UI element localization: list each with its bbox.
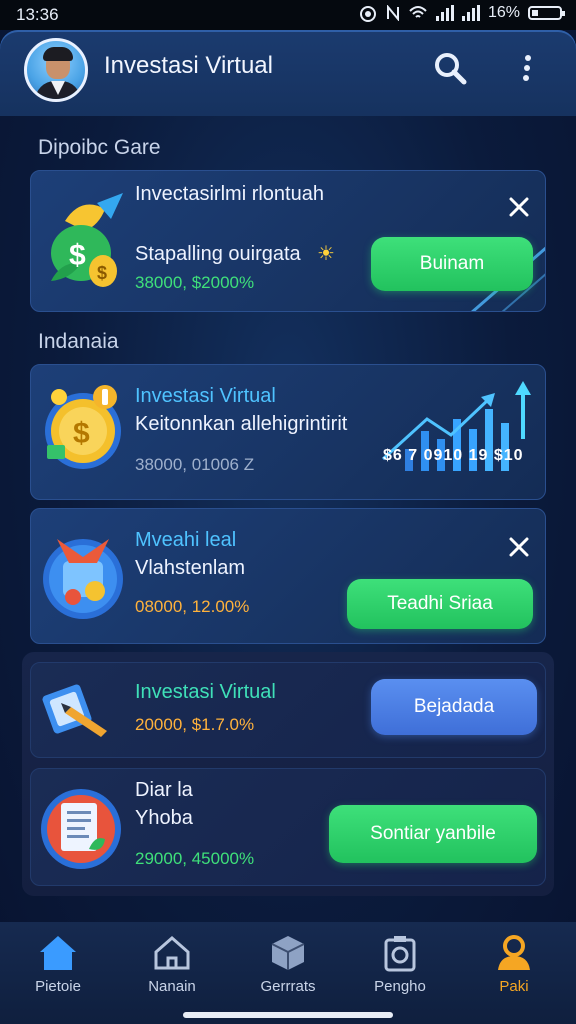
status-icons: 16% xyxy=(358,4,565,22)
card-title: Diar la xyxy=(135,779,193,801)
app-header: Investasi Virtual xyxy=(0,30,576,116)
bottom-nav: Pietoie Nanain Gerrrats Pengho Paki xyxy=(0,922,576,1024)
nfc-icon xyxy=(386,5,399,21)
card-stats: 38000, 01006 Z xyxy=(135,455,255,474)
wallet-icon xyxy=(43,539,123,619)
nav-item-home[interactable]: Pietoie xyxy=(8,932,108,1002)
section-label-second: Indanaia xyxy=(38,330,119,353)
investment-card-3[interactable]: Investasi Virtual 20000, $1.7.0% Bejadad… xyxy=(30,662,546,758)
nav-item-pengho[interactable]: Pengho xyxy=(350,932,450,1002)
svg-text:$: $ xyxy=(97,263,107,283)
card-subtitle: Keitonnkan allehigrintirit xyxy=(135,413,348,435)
nav-item-gerrrats[interactable]: Gerrrats xyxy=(238,932,338,1002)
box-icon xyxy=(271,936,305,970)
battery-percent: 16% xyxy=(487,4,520,21)
battery-icon xyxy=(528,6,565,20)
camera-icon xyxy=(384,936,416,972)
nav-item-paki[interactable]: Paki xyxy=(464,932,564,1002)
report-icon xyxy=(41,789,121,869)
investment-card-1[interactable]: $ Investasi Virtual Keitonnkan allehigri… xyxy=(30,364,546,500)
card-title: Investasi Virtual xyxy=(135,681,276,703)
app-title: Investasi Virtual xyxy=(104,52,273,79)
avatar[interactable] xyxy=(24,38,88,102)
status-bar: 13:36 16% xyxy=(0,0,576,30)
signal-icon-2 xyxy=(461,5,480,21)
card-title: Invectasirlmi rlontuah xyxy=(135,183,324,205)
edit-document-icon xyxy=(42,684,107,737)
home-indicator xyxy=(183,1012,393,1018)
search-icon[interactable] xyxy=(432,50,468,86)
nav-label: Nanain xyxy=(148,978,196,995)
svg-text:$: $ xyxy=(73,417,90,450)
card-title: Mveahi leal xyxy=(135,529,237,551)
investment-card-0[interactable]: $ $ Invectasirlmi rlontuah Stapalling ou… xyxy=(30,170,546,312)
investment-card-4[interactable]: Diar la Yhoba 29000, 45000% Sontiar yanb… xyxy=(30,768,546,886)
card-action-button[interactable]: Buinam xyxy=(371,237,533,291)
card-subtitle: Stapalling ouirgata xyxy=(135,243,301,265)
coin-icon: $ xyxy=(45,385,121,469)
card-subtitle: Yhoba xyxy=(135,807,193,829)
sun-icon: ☀ xyxy=(317,243,335,265)
home-icon xyxy=(40,936,76,970)
close-icon[interactable] xyxy=(507,535,531,559)
house-outline-icon xyxy=(154,936,190,970)
nav-item-nanain[interactable]: Nanain xyxy=(122,932,222,1002)
card-stats: 38000, $2000% xyxy=(135,273,255,292)
app-frame: Investasi Virtual Dipoibc Gare $ $ Invec… xyxy=(0,30,576,922)
card-subtitle: Vlahstenlam xyxy=(135,557,246,579)
status-time: 13:36 xyxy=(16,5,59,24)
chart-label: $6 7 0910 19 $10 xyxy=(383,447,524,464)
nav-label: Paki xyxy=(499,978,529,995)
money-bag-icon: $ $ xyxy=(51,193,123,287)
card-stats: 08000, 12.00% xyxy=(135,597,250,616)
signal-icon xyxy=(435,5,454,21)
investment-card-2[interactable]: Mveahi leal Vlahstenlam 08000, 12.00% Te… xyxy=(30,508,546,644)
card-action-button[interactable]: Teadhi Sriaa xyxy=(347,579,533,629)
close-icon[interactable] xyxy=(507,195,531,219)
card-action-button[interactable]: Sontiar yanbile xyxy=(329,805,537,863)
more-vert-icon[interactable] xyxy=(512,50,542,86)
user-icon xyxy=(498,935,530,970)
svg-text:$: $ xyxy=(69,239,86,272)
alarm-icon xyxy=(359,6,376,22)
card-title: Investasi Virtual xyxy=(135,385,276,407)
wifi-icon xyxy=(409,6,427,18)
section-label-first: Dipoibc Gare xyxy=(38,136,161,159)
card-stats: 29000, 45000% xyxy=(135,849,255,868)
nav-label: Pietoie xyxy=(35,978,81,995)
card-action-button[interactable]: Bejadada xyxy=(371,679,537,735)
card-stats: 20000, $1.7.0% xyxy=(135,715,255,734)
nav-label: Pengho xyxy=(374,978,426,995)
nav-label: Gerrrats xyxy=(260,978,316,995)
